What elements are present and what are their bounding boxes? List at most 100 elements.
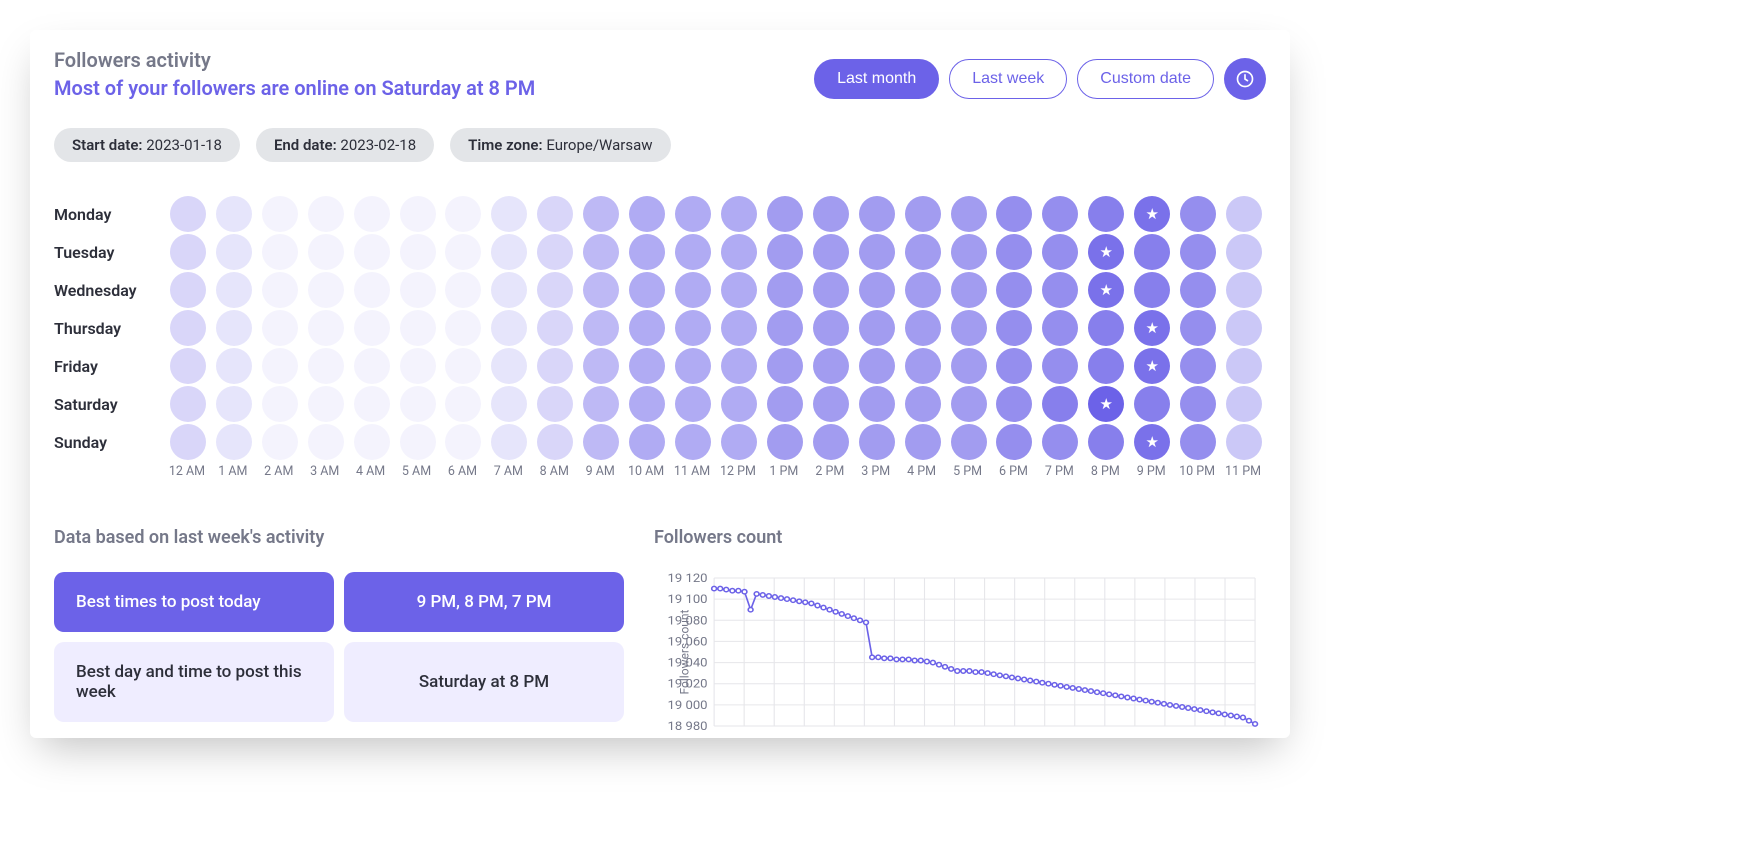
heatmap-cell[interactable] [721, 310, 757, 346]
heatmap-cell[interactable] [583, 196, 619, 232]
heatmap-cell[interactable] [216, 348, 252, 384]
heatmap-cell[interactable] [583, 310, 619, 346]
heatmap-cell[interactable] [951, 386, 987, 422]
last-week-button[interactable]: Last week [949, 59, 1067, 99]
heatmap-cell[interactable] [537, 234, 573, 270]
heatmap-cell[interactable] [675, 234, 711, 270]
heatmap-cell[interactable] [767, 424, 803, 460]
heatmap-cell[interactable] [216, 234, 252, 270]
heatmap-cell[interactable] [1180, 272, 1216, 308]
heatmap-cell[interactable] [400, 348, 436, 384]
heatmap-cell[interactable] [767, 310, 803, 346]
heatmap-cell[interactable] [216, 196, 252, 232]
heatmap-cell[interactable] [1180, 386, 1216, 422]
heatmap-cell[interactable] [905, 234, 941, 270]
heatmap-cell[interactable] [1180, 234, 1216, 270]
heatmap-cell[interactable]: ★ [1134, 348, 1170, 384]
heatmap-cell[interactable] [400, 310, 436, 346]
heatmap-cell[interactable] [1134, 386, 1170, 422]
heatmap-cell[interactable] [262, 196, 298, 232]
heatmap-cell[interactable] [951, 272, 987, 308]
heatmap-cell[interactable] [951, 348, 987, 384]
heatmap-cell[interactable] [537, 272, 573, 308]
heatmap-cell[interactable]: ★ [1088, 272, 1124, 308]
heatmap-cell[interactable] [1042, 272, 1078, 308]
heatmap-cell[interactable] [308, 196, 344, 232]
heatmap-cell[interactable] [170, 386, 206, 422]
heatmap-cell[interactable] [445, 234, 481, 270]
heatmap-cell[interactable] [216, 424, 252, 460]
heatmap-cell[interactable] [262, 386, 298, 422]
heatmap-cell[interactable] [721, 386, 757, 422]
heatmap-cell[interactable] [996, 348, 1032, 384]
heatmap-cell[interactable] [813, 424, 849, 460]
heatmap-cell[interactable] [537, 386, 573, 422]
heatmap-cell[interactable] [629, 310, 665, 346]
heatmap-cell[interactable] [354, 424, 390, 460]
heatmap-cell[interactable] [262, 424, 298, 460]
heatmap-cell[interactable] [859, 386, 895, 422]
heatmap-cell[interactable] [262, 272, 298, 308]
heatmap-cell[interactable] [583, 234, 619, 270]
heatmap-cell[interactable] [629, 348, 665, 384]
heatmap-cell[interactable] [813, 386, 849, 422]
heatmap-cell[interactable] [537, 196, 573, 232]
heatmap-cell[interactable] [216, 310, 252, 346]
heatmap-cell[interactable] [537, 310, 573, 346]
heatmap-cell[interactable] [675, 424, 711, 460]
heatmap-cell[interactable] [996, 272, 1032, 308]
heatmap-cell[interactable]: ★ [1088, 234, 1124, 270]
heatmap-cell[interactable] [1042, 348, 1078, 384]
heatmap-cell[interactable]: ★ [1134, 196, 1170, 232]
heatmap-cell[interactable] [445, 424, 481, 460]
heatmap-cell[interactable] [583, 272, 619, 308]
heatmap-cell[interactable] [1134, 234, 1170, 270]
heatmap-cell[interactable] [170, 234, 206, 270]
heatmap-cell[interactable] [859, 196, 895, 232]
heatmap-cell[interactable] [675, 272, 711, 308]
heatmap-cell[interactable] [308, 424, 344, 460]
heatmap-cell[interactable] [767, 196, 803, 232]
heatmap-cell[interactable] [1180, 424, 1216, 460]
heatmap-cell[interactable] [951, 310, 987, 346]
start-date-pill[interactable]: Start date: 2023-01-18 [54, 128, 240, 162]
heatmap-cell[interactable] [1180, 348, 1216, 384]
heatmap-cell[interactable] [813, 196, 849, 232]
heatmap-cell[interactable] [537, 424, 573, 460]
heatmap-cell[interactable] [308, 272, 344, 308]
heatmap-cell[interactable] [400, 196, 436, 232]
heatmap-cell[interactable] [491, 348, 527, 384]
heatmap-cell[interactable] [400, 386, 436, 422]
heatmap-cell[interactable] [1226, 196, 1262, 232]
heatmap-cell[interactable] [629, 196, 665, 232]
heatmap-cell[interactable] [675, 386, 711, 422]
heatmap-cell[interactable] [170, 272, 206, 308]
heatmap-cell[interactable] [445, 272, 481, 308]
timezone-pill[interactable]: Time zone: Europe/Warsaw [450, 128, 670, 162]
heatmap-cell[interactable] [767, 348, 803, 384]
heatmap-cell[interactable] [1134, 272, 1170, 308]
heatmap-cell[interactable] [905, 196, 941, 232]
clock-icon-button[interactable] [1224, 58, 1266, 100]
heatmap-cell[interactable] [721, 272, 757, 308]
heatmap-cell[interactable] [859, 234, 895, 270]
heatmap-cell[interactable] [354, 386, 390, 422]
heatmap-cell[interactable] [1226, 234, 1262, 270]
heatmap-cell[interactable] [996, 310, 1032, 346]
heatmap-cell[interactable] [859, 310, 895, 346]
heatmap-cell[interactable] [308, 234, 344, 270]
heatmap-cell[interactable] [813, 348, 849, 384]
heatmap-cell[interactable] [445, 348, 481, 384]
heatmap-cell[interactable] [905, 348, 941, 384]
heatmap-cell[interactable] [813, 310, 849, 346]
heatmap-cell[interactable] [1042, 386, 1078, 422]
heatmap-cell[interactable] [951, 234, 987, 270]
heatmap-cell[interactable] [491, 424, 527, 460]
heatmap-cell[interactable] [767, 386, 803, 422]
heatmap-cell[interactable] [491, 310, 527, 346]
heatmap-cell[interactable] [583, 386, 619, 422]
heatmap-cell[interactable] [583, 348, 619, 384]
heatmap-cell[interactable] [445, 196, 481, 232]
heatmap-cell[interactable] [170, 348, 206, 384]
heatmap-cell[interactable] [1088, 348, 1124, 384]
